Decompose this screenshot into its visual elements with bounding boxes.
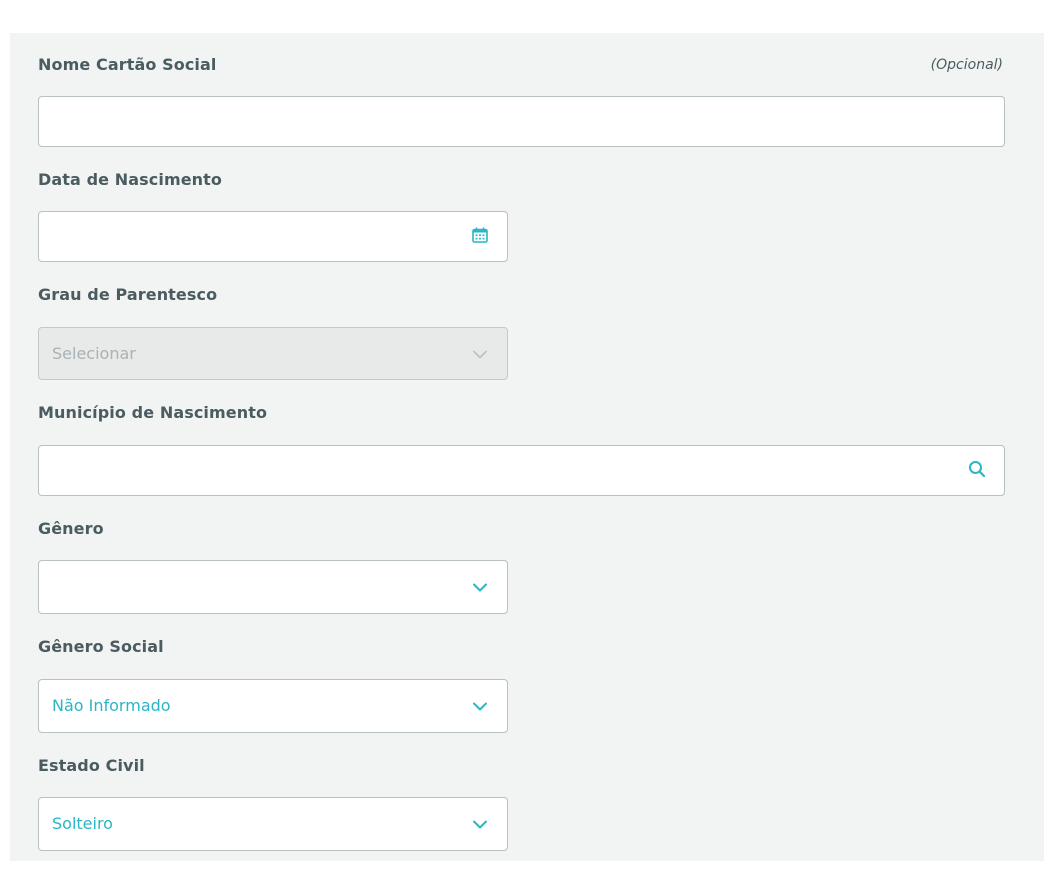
genero-social-label: Gênero Social <box>38 637 164 656</box>
genero-select[interactable] <box>38 560 508 614</box>
estado-civil-label: Estado Civil <box>38 756 145 775</box>
calendar-icon[interactable] <box>471 226 489 248</box>
chevron-down-icon <box>472 697 488 716</box>
chevron-down-icon <box>472 344 488 363</box>
search-icon[interactable] <box>968 460 986 482</box>
nome-cartao-social-label: Nome Cartão Social <box>38 55 217 74</box>
estado-civil-select[interactable]: Solteiro <box>38 797 508 851</box>
genero-social-value: Não Informado <box>52 696 171 715</box>
municipio-nascimento-input[interactable] <box>38 445 1005 496</box>
optional-hint: (Opcional) <box>930 57 1003 73</box>
estado-civil-value: Solteiro <box>52 814 113 833</box>
genero-social-select[interactable]: Não Informado <box>38 679 508 733</box>
nome-cartao-social-input[interactable] <box>38 96 1005 147</box>
chevron-down-icon <box>472 578 488 597</box>
grau-parentesco-label: Grau de Parentesco <box>38 285 218 304</box>
grau-parentesco-value: Selecionar <box>52 344 136 363</box>
data-nascimento-input[interactable] <box>38 211 508 262</box>
genero-label: Gênero <box>38 519 104 538</box>
municipio-nascimento-label: Município de Nascimento <box>38 403 268 422</box>
chevron-down-icon <box>472 815 488 834</box>
data-nascimento-label: Data de Nascimento <box>38 170 223 189</box>
grau-parentesco-select[interactable]: Selecionar <box>38 327 508 380</box>
